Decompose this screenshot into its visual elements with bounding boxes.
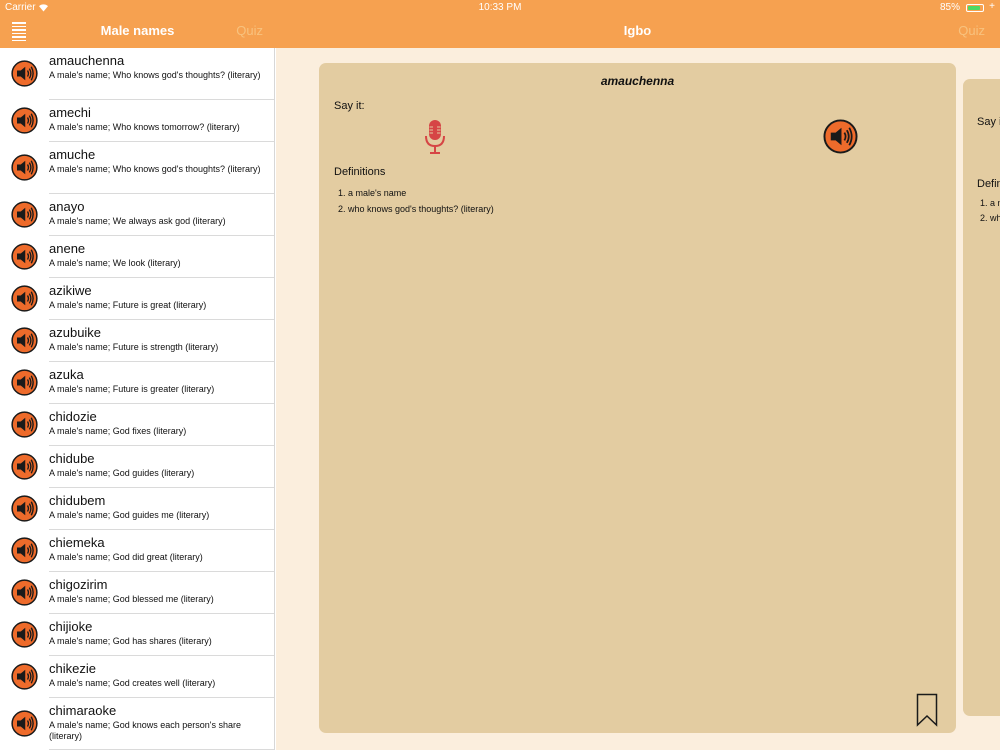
name-description: A male's name; God guides (literary) <box>49 468 195 478</box>
list-item[interactable]: chikezie A male's name; God creates well … <box>0 656 274 698</box>
say-it-label: Say it: <box>334 100 365 112</box>
speaker-icon[interactable] <box>11 242 38 270</box>
name-label: chimaraoke <box>49 703 117 718</box>
name-label: chikezie <box>49 661 96 676</box>
speaker-icon[interactable] <box>11 284 38 312</box>
name-label: anene <box>49 241 86 256</box>
list-item[interactable]: azuka A male's name; Future is greater (l… <box>0 362 274 404</box>
name-description: A male's name; We look (literary) <box>49 258 181 268</box>
name-description: A male's name; God blessed me (literary) <box>49 594 214 604</box>
speaker-icon[interactable] <box>11 326 38 354</box>
speaker-icon[interactable] <box>823 119 858 154</box>
list-item[interactable]: azubuike A male's name; Future is strengt… <box>0 320 274 362</box>
battery-level <box>968 6 980 10</box>
name-label: chidube <box>49 451 95 466</box>
name-label: amuche <box>49 147 96 162</box>
master-quiz-button[interactable]: Quiz <box>236 23 263 38</box>
name-label: amechi <box>49 105 91 120</box>
definition-item: 1. a n <box>980 198 1000 208</box>
microphone-icon[interactable] <box>423 119 447 155</box>
name-description: A male's name; God knows each person's s… <box>49 720 242 741</box>
name-description: A male's name; God fixes (literary) <box>49 426 187 436</box>
speaker-icon[interactable] <box>11 578 38 606</box>
detail-title: Igbo <box>623 23 652 38</box>
list-item[interactable]: chidubem A male's name; God guides me (li… <box>0 488 274 530</box>
top-bar: Carrier 10:33 PM 85% + Male names Quiz I… <box>0 0 1000 48</box>
next-say-it-label: Say i <box>977 116 1000 128</box>
word-card: amauchenna Say it: Definitions 1. a male… <box>319 63 956 733</box>
list-item[interactable]: chidozie A male's name; God fixes (litera… <box>0 404 274 446</box>
speaker-icon[interactable] <box>11 620 38 648</box>
name-label: azubuike <box>49 325 102 340</box>
name-label: azuka <box>49 367 84 382</box>
speaker-icon[interactable] <box>11 452 38 480</box>
name-description: A male's name; God did great (literary) <box>49 552 203 562</box>
speaker-icon[interactable] <box>11 494 38 522</box>
detail-nav-bar: Igbo Quiz <box>275 16 1000 48</box>
name-description: A male's name; God creates well (literar… <box>49 678 216 688</box>
app-window: Carrier 10:33 PM 85% + Male names Quiz I… <box>0 0 1000 750</box>
name-description: A male's name; Who knows god's thoughts?… <box>49 70 261 80</box>
next-word-card[interactable]: Say i Defin 1. a n 2. wh <box>963 79 1000 716</box>
speaker-icon[interactable] <box>11 59 38 87</box>
name-description: A male's name; Future is greater (litera… <box>49 384 215 394</box>
master-nav-bar: Male names Quiz <box>0 16 275 48</box>
bookmark-icon[interactable] <box>916 693 938 727</box>
list-item[interactable]: chigozirim A male's name; God blessed me … <box>0 572 274 614</box>
speaker-icon[interactable] <box>11 368 38 396</box>
speaker-icon[interactable] <box>11 153 38 181</box>
name-label: azikiwe <box>49 283 92 298</box>
next-definitions-label: Defin <box>977 178 1000 190</box>
name-label: chigozirim <box>49 577 108 592</box>
name-description: A male's name; Future is strength (liter… <box>49 342 219 352</box>
list-item[interactable]: chidube A male's name; God guides (litera… <box>0 446 274 488</box>
name-description: A male's name; God guides me (literary) <box>49 510 210 520</box>
list-item[interactable]: chiemeka A male's name; God did great (li… <box>0 530 274 572</box>
detail-quiz-button[interactable]: Quiz <box>958 23 985 38</box>
list-item[interactable]: amechi A male's name; Who knows tomorrow?… <box>0 100 274 142</box>
name-label: amauchenna <box>49 53 125 68</box>
definition-item: 2. wh <box>980 213 1000 223</box>
charging-icon: + <box>989 1 995 12</box>
definitions-label: Definitions <box>334 166 386 178</box>
card-word: amauchenna <box>600 74 675 88</box>
name-description: A male's name; Who knows god's thoughts?… <box>49 164 261 174</box>
name-label: chijioke <box>49 619 93 634</box>
list-item[interactable]: azikiwe A male's name; Future is great (l… <box>0 278 274 320</box>
name-label: anayo <box>49 199 85 214</box>
name-description: A male's name; Who knows tomorrow? (lite… <box>49 122 240 132</box>
speaker-icon[interactable] <box>11 410 38 438</box>
battery-icon <box>966 4 984 12</box>
status-bar: Carrier 10:33 PM 85% + <box>0 0 1000 16</box>
speaker-icon[interactable] <box>11 106 38 134</box>
list-item[interactable]: chimaraoke A male's name; God knows each … <box>0 698 274 750</box>
definition-item: 2. who knows god's thoughts? (literary) <box>338 204 494 214</box>
master-title: Male names <box>100 23 175 38</box>
names-list[interactable]: amauchenna A male's name; Who knows god's… <box>0 48 275 750</box>
speaker-icon[interactable] <box>11 536 38 564</box>
name-label: chidubem <box>49 493 106 508</box>
detail-pane: amauchenna Say it: Definitions 1. a male… <box>276 48 1000 750</box>
speaker-icon[interactable] <box>11 662 38 690</box>
list-item[interactable]: amauchenna A male's name; Who knows god's… <box>0 48 274 100</box>
list-item[interactable]: anayo A male's name; We always ask god (l… <box>0 194 274 236</box>
name-label: chidozie <box>49 409 97 424</box>
speaker-icon[interactable] <box>11 709 38 737</box>
name-description: A male's name; Future is great (literary… <box>49 300 207 310</box>
list-item[interactable]: anene A male's name; We look (literary) <box>0 236 274 278</box>
next-definitions-list: 1. a n 2. wh <box>980 196 1000 226</box>
name-description: A male's name; God has shares (literary) <box>49 636 212 646</box>
status-time: 10:33 PM <box>478 2 522 13</box>
definition-item: 1. a male's name <box>338 188 407 198</box>
name-label: chiemeka <box>49 535 105 550</box>
list-item[interactable]: chijioke A male's name; God has shares (l… <box>0 614 274 656</box>
speaker-icon[interactable] <box>11 200 38 228</box>
definitions-list: 1. a male's name 2. who knows god's thou… <box>338 185 494 217</box>
list-item[interactable]: amuche A male's name; Who knows god's tho… <box>0 142 274 194</box>
battery-percent: 85% <box>939 2 960 13</box>
name-description: A male's name; We always ask god (litera… <box>49 216 226 226</box>
